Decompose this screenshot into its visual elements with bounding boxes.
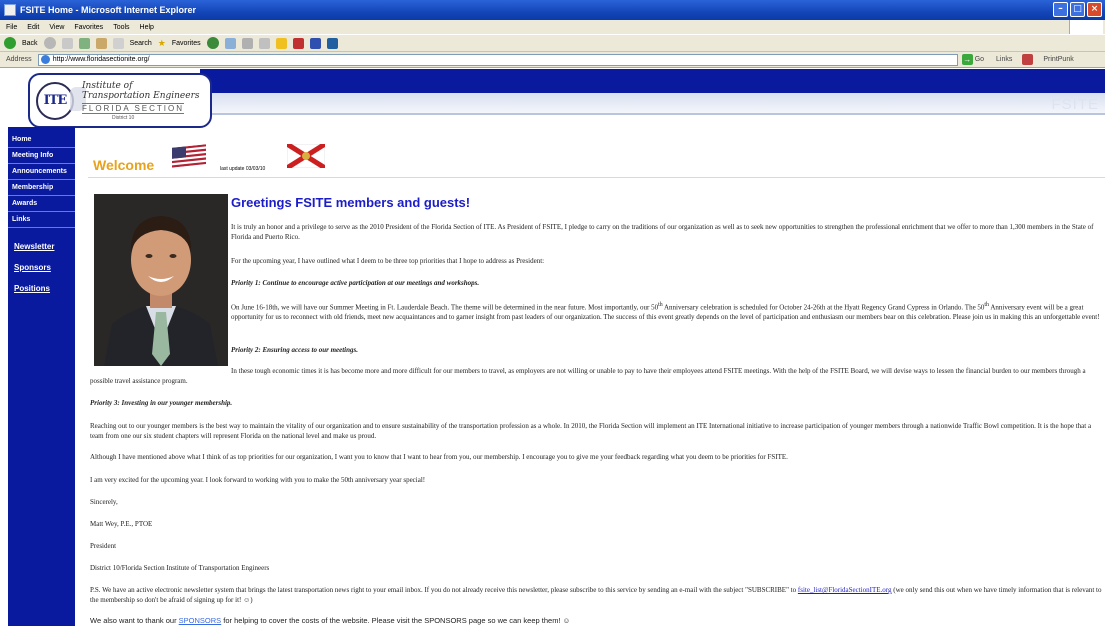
home-icon[interactable] (95, 37, 107, 49)
edit-icon[interactable] (258, 37, 270, 49)
last-update: last update 03/03/10 (220, 166, 266, 172)
priorities-intro: For the upcoming year, I have outlined w… (231, 257, 545, 265)
left-navigation: Home Meeting Info Announcements Membersh… (8, 127, 75, 626)
browser-toolbar: Back Search ★ Favorites (0, 34, 1105, 52)
menu-tools[interactable]: Tools (113, 24, 129, 31)
mail-icon[interactable] (224, 37, 236, 49)
feedback-paragraph: Although I have mentioned above what I t… (90, 453, 788, 461)
links-label[interactable]: Links (996, 56, 1012, 63)
menu-edit[interactable]: Edit (27, 24, 39, 31)
thanks-text-b: for helping to cover the costs of the we… (221, 616, 571, 625)
closing: Sincerely, (90, 498, 118, 506)
header-rule (200, 113, 1105, 115)
nav-links[interactable]: Links (8, 212, 75, 228)
header-band (200, 69, 1105, 93)
logo-monogram: ITE (43, 93, 68, 108)
nav-meeting-info[interactable]: Meeting Info (8, 148, 75, 164)
folder-icon[interactable] (275, 37, 287, 49)
logo-line3: FLORIDA SECTION (82, 103, 185, 114)
back-arrow-icon[interactable] (4, 37, 16, 49)
ps-text-a: P.S. We have an active electronic newsle… (90, 586, 798, 594)
address-bar: Address http://www.floridasectionite.org… (0, 52, 1105, 68)
site-header: FSITE ITE Institute of Transportation En… (0, 69, 1105, 128)
president-photo (94, 194, 228, 366)
menu-help[interactable]: Help (140, 24, 154, 31)
sponsors-thanks: We also want to thank our SPONSORS for h… (90, 616, 1103, 626)
favorites-star-icon[interactable]: ★ (158, 38, 166, 49)
logo-line1: Institute of (82, 81, 133, 91)
welcome-title: Welcome (93, 157, 155, 173)
nav-announcements[interactable]: Announcements (8, 164, 75, 180)
page-icon (40, 55, 50, 64)
address-label: Address (6, 56, 32, 63)
menu-bar: File Edit View Favorites Tools Help (0, 20, 1105, 34)
signature-name: Matt Wey, P.E., PTOE (90, 520, 153, 528)
florida-flag-icon (287, 144, 325, 168)
refresh-icon[interactable] (78, 37, 90, 49)
travel-paragraph: In these tough economic times it is has … (90, 367, 1086, 385)
ie-app-icon (4, 4, 16, 16)
print-icon[interactable] (241, 37, 253, 49)
content-divider (88, 177, 1105, 178)
header-stripe (200, 93, 1105, 113)
sponsors-inline-link[interactable]: SPONSORS (179, 616, 222, 625)
thanks-text-a: We also want to thank our (90, 616, 179, 625)
header-watermark: FSITE (1051, 96, 1099, 113)
us-flag-icon (172, 144, 206, 168)
signature-title: President (90, 542, 117, 550)
site-logo[interactable]: ITE Institute of Transportation Engineer… (28, 73, 212, 128)
printpunk-button[interactable]: PrintPunk (1043, 56, 1073, 63)
summer-meeting-paragraph: On June 16-18th, we will have our Summer… (231, 300, 1103, 322)
stop-icon[interactable] (61, 37, 73, 49)
maximize-button[interactable]: □ (1070, 2, 1085, 17)
p3-part-b: Anniversary celebration is scheduled for… (662, 303, 985, 312)
go-label: Go (974, 56, 985, 63)
go-arrow-icon: → (961, 54, 973, 65)
favorites-button[interactable]: Favorites (172, 40, 201, 47)
menu-favorites[interactable]: Favorites (74, 24, 103, 31)
nav-awards[interactable]: Awards (8, 196, 75, 212)
minimize-button[interactable]: – (1053, 2, 1068, 17)
extra-icon[interactable] (326, 37, 338, 49)
intro-paragraph: It is truly an honor and a privilege to … (231, 223, 1094, 241)
close-button[interactable]: × (1087, 2, 1102, 17)
forward-arrow-icon[interactable] (43, 37, 56, 49)
windows-logo-icon (1069, 20, 1103, 34)
priority-2: Priority 2: Ensuring access to our meeti… (231, 346, 358, 354)
priority-1: Priority 1: Continue to encourage active… (231, 279, 480, 287)
nav-newsletter-link[interactable]: Newsletter (8, 236, 75, 257)
logo-line4: District 10 (112, 115, 135, 121)
window-titlebar: FSITE Home - Microsoft Internet Explorer… (0, 0, 1105, 20)
page-heading: Greetings FSITE members and guests! (231, 195, 471, 210)
menu-file[interactable]: File (6, 24, 17, 31)
messenger-icon[interactable] (292, 37, 304, 49)
signature-organization: District 10/Florida Section Institute of… (90, 564, 270, 572)
research-icon[interactable] (309, 37, 321, 49)
go-button[interactable]: → Go (961, 54, 985, 65)
priority-3: Priority 3: Investing in our younger mem… (90, 399, 233, 407)
address-url: http://www.floridasectionite.org/ (52, 56, 150, 63)
menu-view[interactable]: View (49, 24, 64, 31)
p3-part-a: On June 16-18th, we will have our Summer… (231, 303, 659, 312)
window-title: FSITE Home - Microsoft Internet Explorer (20, 5, 197, 15)
history-icon[interactable] (206, 37, 219, 49)
addon-icon[interactable] (1022, 54, 1034, 65)
logo-line2: Transportation Engineers (82, 91, 200, 101)
nav-positions-link[interactable]: Positions (8, 278, 75, 299)
address-field[interactable]: http://www.floridasectionite.org/ (37, 53, 958, 66)
search-button[interactable]: Search (130, 40, 152, 47)
excited-paragraph: I am very excited for the upcoming year.… (90, 476, 426, 484)
ite-seal-icon: ITE (36, 82, 74, 120)
younger-members-paragraph: Reaching out to our younger members is t… (90, 422, 1092, 440)
ps-paragraph: P.S. We have an active electronic newsle… (90, 585, 1103, 605)
nav-sponsors-link[interactable]: Sponsors (8, 257, 75, 278)
nav-membership[interactable]: Membership (8, 180, 75, 196)
newsletter-email-link[interactable]: fsite_list@FloridaSectionITE.org (798, 586, 892, 594)
back-button[interactable]: Back (22, 40, 38, 47)
nav-home[interactable]: Home (8, 132, 75, 148)
search-icon[interactable] (112, 37, 124, 49)
